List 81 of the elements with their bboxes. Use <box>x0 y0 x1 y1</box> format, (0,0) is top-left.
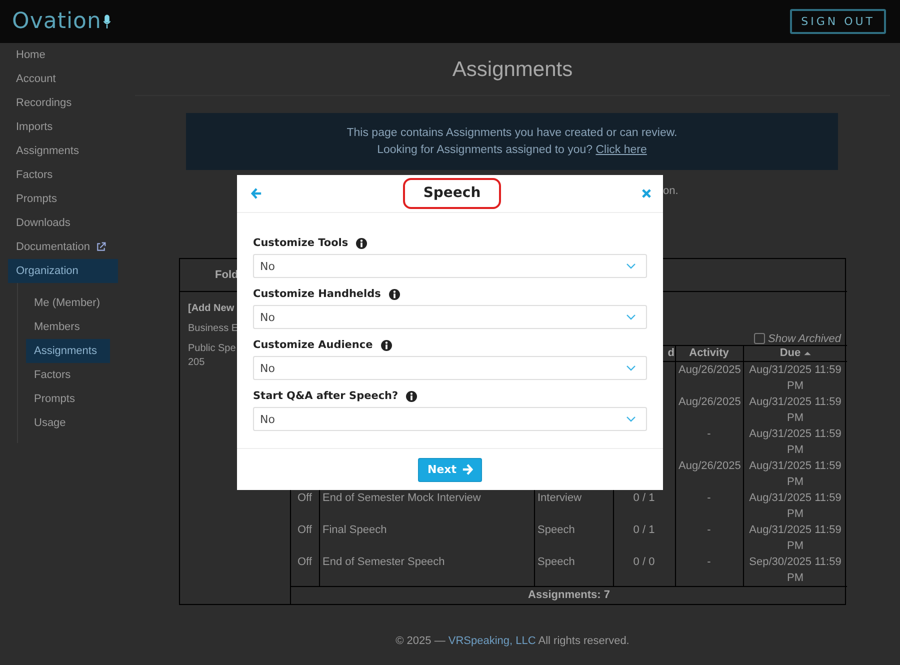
column-header[interactable]: d <box>668 346 674 361</box>
page-title: Assignments <box>135 43 890 96</box>
table-cell: Aug/31/2025 11:59 PM <box>749 428 842 456</box>
sidebar-item[interactable]: Documentation <box>8 235 118 259</box>
microphone-icon <box>103 14 112 30</box>
external-link-icon <box>96 242 106 252</box>
sidebar-item[interactable]: Organization <box>8 259 118 283</box>
info-icon <box>388 288 400 300</box>
back-button[interactable] <box>249 186 264 201</box>
table-cell: Speech <box>538 524 575 536</box>
table-cell: - <box>707 492 711 504</box>
table-cell: Off <box>298 556 312 568</box>
close-button[interactable] <box>640 187 653 200</box>
sidebar-item[interactable]: Prompts <box>8 187 118 211</box>
table-cell: Off <box>298 524 312 536</box>
table-cell: Final Speech <box>322 524 387 536</box>
sidebar-subitem[interactable]: Members <box>26 315 110 339</box>
table-cell: Aug/26/2025 <box>678 396 741 408</box>
table-cell: Aug/31/2025 11:59 PM <box>749 524 842 552</box>
field-label: Customize Audience <box>253 339 373 351</box>
chevron-down-icon <box>626 263 636 269</box>
sidebar-item[interactable]: Imports <box>8 115 118 139</box>
table-cell: Aug/31/2025 11:59 PM <box>749 492 842 520</box>
sidebar-subitem[interactable]: Usage <box>26 411 110 435</box>
add-folder-link[interactable]: [Add New <box>188 302 234 316</box>
sidebar-item[interactable]: Account <box>8 67 118 91</box>
folder-item[interactable]: Public Spe 205 <box>188 342 236 370</box>
table-footer: Assignments: 7 <box>291 587 847 604</box>
table-cell: Off <box>298 492 312 504</box>
info-icon <box>356 238 368 248</box>
table-cell: 0 / 1 <box>633 524 655 536</box>
info-text: Looking for Assignments assigned to you? Click here <box>377 142 647 158</box>
next-button[interactable]: Next <box>418 458 482 482</box>
table-cell: Aug/26/2025 <box>678 364 741 376</box>
info-icon <box>406 390 418 402</box>
table-cell: Aug/31/2025 11:59 PM <box>749 364 842 392</box>
note-text: on. <box>663 185 678 199</box>
sidebar-item[interactable]: Downloads <box>8 211 118 235</box>
folder-item[interactable]: Business E <box>188 322 238 336</box>
table-cell: 0 / 0 <box>633 556 655 568</box>
sidebar-item[interactable]: Recordings <box>8 91 118 115</box>
chevron-down-icon <box>626 314 636 320</box>
sidebar-item[interactable]: Factors <box>8 163 118 187</box>
dropdown[interactable]: No <box>253 407 647 431</box>
table-cell: Speech <box>538 556 575 568</box>
info-icon <box>380 340 392 350</box>
copyright-text: © 2025 — VRSpeaking, LLC All rights reserved. <box>394 635 630 647</box>
table-cell: End of Semester Speech <box>322 556 445 568</box>
company-link[interactable]: VRSpeaking, LLC <box>448 635 536 647</box>
table-cell: - <box>707 428 711 440</box>
arrow-right-icon <box>462 464 473 475</box>
checkbox[interactable] <box>754 333 766 344</box>
table-cell: - <box>707 524 711 536</box>
table-cell: Sep/30/2025 11:59 PM <box>749 556 842 584</box>
sidebar-subitem[interactable]: Me (Member) <box>26 291 110 315</box>
dropdown[interactable]: No <box>253 356 647 380</box>
info-text: This page contains Assignments you have created or can review. <box>346 126 678 140</box>
dialog-title: Speech <box>403 178 501 209</box>
sidebar-subitem[interactable]: Assignments <box>26 339 110 363</box>
sidebar-item[interactable]: Home <box>8 43 118 67</box>
field-label: Customize Tools <box>253 237 348 249</box>
sidebar-subitem[interactable]: Prompts <box>26 387 110 411</box>
checkbox-label: Show Archived <box>768 332 841 344</box>
click-here-link[interactable]: Click here <box>596 144 647 156</box>
sidebar-item[interactable]: Assignments <box>8 139 118 163</box>
field-label: Start Q&A after Speech? <box>253 390 398 402</box>
table-cell: Aug/26/2025 <box>678 460 741 472</box>
logo-text: Ovation <box>12 9 102 34</box>
dropdown[interactable]: No <box>253 305 647 329</box>
chevron-down-icon <box>626 365 636 371</box>
sign-out-button[interactable]: SIGN OUT <box>790 9 886 34</box>
dropdown[interactable]: No <box>253 254 647 278</box>
table-cell: 0 / 1 <box>633 492 655 504</box>
sidebar-subitem[interactable]: Factors <box>26 363 110 387</box>
table-cell: End of Semester Mock Interview <box>322 492 481 504</box>
table-cell: Interview <box>538 492 582 504</box>
chevron-down-icon <box>626 416 636 422</box>
table-cell: - <box>707 556 711 568</box>
table-cell: Aug/31/2025 11:59 PM <box>749 460 842 488</box>
table-cell: Aug/31/2025 11:59 PM <box>749 396 842 424</box>
sort-caret-icon <box>804 351 811 356</box>
